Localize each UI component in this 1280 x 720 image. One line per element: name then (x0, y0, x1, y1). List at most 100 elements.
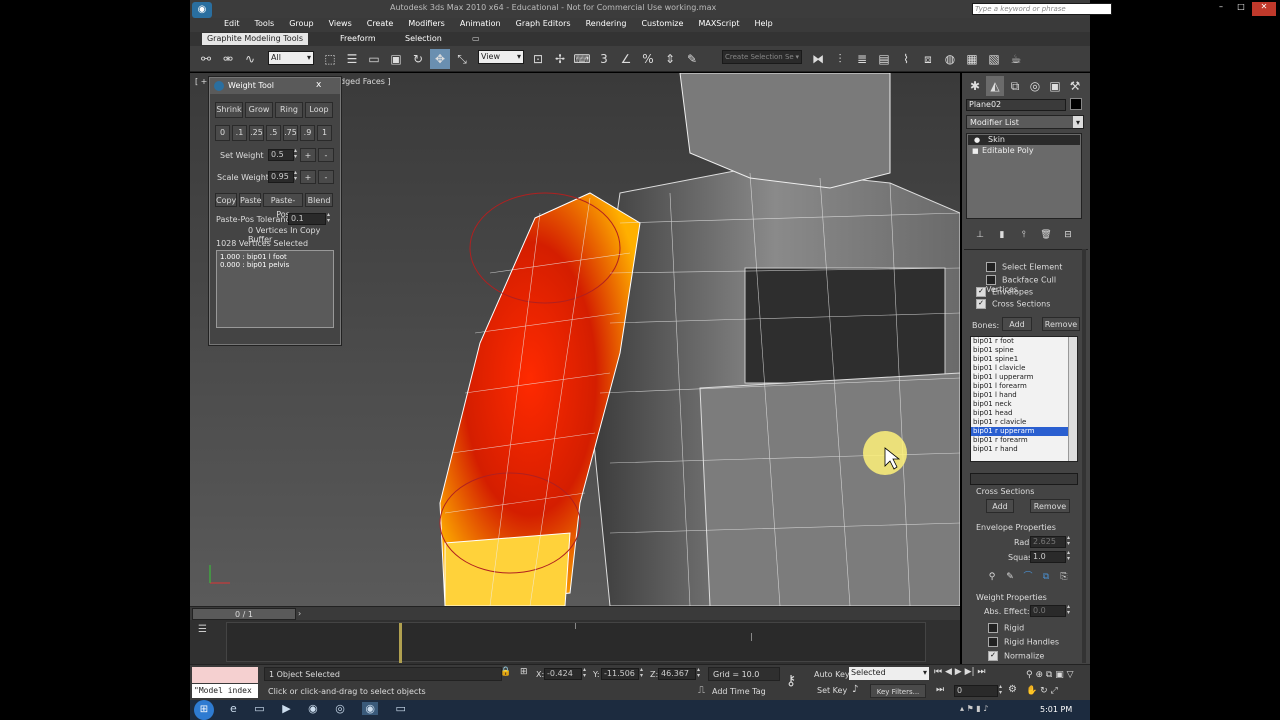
menu-item-graph-editors[interactable]: Graph Editors (516, 19, 571, 28)
unlink-icon[interactable]: ⚮ (218, 49, 238, 69)
cross-section-field[interactable] (970, 473, 1078, 485)
keyboard-shortcut-icon[interactable]: ⌨ (572, 49, 592, 69)
key-mode-icon[interactable]: ⚷ (786, 673, 806, 689)
menu-item-views[interactable]: Views (329, 19, 352, 28)
render-icon[interactable]: ☕ (1006, 49, 1026, 69)
move-icon[interactable]: ✥ (430, 49, 450, 69)
cross-sections-checkbox[interactable]: ✓ (976, 299, 986, 309)
set-weight-plus-button[interactable]: + (300, 148, 316, 162)
cross-sections-row[interactable]: ✓ Cross Sections (976, 299, 1050, 309)
tray-icon-2[interactable]: ⚑ (967, 704, 974, 713)
start-button[interactable]: ⊞ (194, 700, 214, 720)
selection-filter-dropdown[interactable]: All ▾ (268, 51, 314, 65)
x-spinner[interactable]: ▴ ▾ (583, 667, 586, 679)
normalize-checkbox[interactable]: ✓ (988, 651, 998, 661)
weight-preset-button[interactable]: .25 (249, 125, 264, 141)
minimize-button[interactable]: – (1212, 2, 1230, 16)
curve-editor-icon[interactable]: ⌇ (896, 49, 916, 69)
bone-list-item[interactable]: bip01 l hand (971, 391, 1077, 400)
time-slider[interactable]: 0 / 1 › (190, 606, 960, 620)
weight-entry[interactable]: 1.000 : bip01 l foot (220, 253, 330, 261)
weight-preset-button[interactable]: 0 (215, 125, 230, 141)
tolerance-spinner[interactable]: ▴ ▾ (327, 212, 330, 224)
motion-tab-icon[interactable]: ◎ (1026, 76, 1044, 96)
time-configuration-icon[interactable]: ⚙ (1008, 684, 1022, 696)
blend-button[interactable]: Blend (305, 193, 333, 207)
percent-snap-icon[interactable]: % (638, 49, 658, 69)
remove-bone-button[interactable]: Remove (1042, 317, 1080, 331)
squash-spinner[interactable]: ▴ ▾ (1067, 550, 1070, 562)
object-color-swatch[interactable] (1070, 98, 1082, 110)
add-time-tag[interactable]: Add Time Tag (712, 687, 766, 696)
bone-list-item[interactable]: bip01 neck (971, 400, 1077, 409)
utilities-tab-icon[interactable]: ⚒ (1066, 76, 1084, 96)
rigid-checkbox[interactable] (988, 623, 998, 633)
volume-icon[interactable]: ♪ (983, 704, 988, 713)
time-slider-arrow-right[interactable]: › (298, 609, 301, 618)
modify-tab-icon[interactable]: ◭ (986, 76, 1004, 96)
rigid-row[interactable]: Rigid (988, 623, 1024, 633)
add-cross-section-button[interactable]: Add (986, 499, 1014, 513)
select-link-icon[interactable]: ⚯ (196, 49, 216, 69)
ie-icon[interactable]: e (230, 702, 237, 715)
radius-field[interactable]: 2.625 (1030, 536, 1066, 548)
modifier-list-dropdown[interactable]: Modifier List ▾ (966, 115, 1084, 129)
zoom-extents-icon[interactable]: ⧉ (1046, 670, 1052, 680)
firefox-icon[interactable]: ◉ (308, 702, 318, 715)
track-view-icon[interactable]: ☰ (198, 624, 212, 636)
bone-list-item[interactable]: bip01 r foot (971, 337, 1077, 346)
bind-space-warp-icon[interactable]: ∿ (240, 49, 260, 69)
go-to-end-icon[interactable]: ⏭ (977, 667, 985, 677)
grow-button[interactable]: Grow (245, 102, 273, 118)
z-coordinate-field[interactable]: 46.367 (658, 668, 696, 680)
play-icon[interactable]: ▶ (955, 667, 962, 677)
rigid-handles-checkbox[interactable] (988, 637, 998, 647)
display-tab-icon[interactable]: ▣ (1046, 76, 1064, 96)
radius-spinner[interactable]: ▴ ▾ (1067, 535, 1070, 547)
select-manipulate-icon[interactable]: ✢ (550, 49, 570, 69)
named-selection-set-dropdown[interactable]: Create Selection Se ▾ (722, 50, 802, 64)
close-icon[interactable]: x (316, 80, 321, 90)
squash-field[interactable]: 1.0 (1030, 551, 1066, 563)
x-coordinate-field[interactable]: -0.424 (544, 668, 582, 680)
field-of-view-icon[interactable]: ▽ (1067, 670, 1074, 680)
rigid-handles-row[interactable]: Rigid Handles (988, 637, 1059, 647)
pin-stack-icon[interactable]: ⊥ (970, 225, 990, 245)
tray-icon-1[interactable]: ▴ (960, 704, 964, 713)
loop-button[interactable]: Loop (305, 102, 333, 118)
paste-pos-tolerance-field[interactable]: 0.1 (288, 213, 326, 225)
bone-list-item[interactable]: bip01 r clavicle (971, 418, 1077, 427)
hierarchy-tab-icon[interactable]: ⧉ (1006, 76, 1024, 96)
time-slider-thumb[interactable]: 0 / 1 (192, 608, 296, 620)
bone-list-item[interactable]: bip01 spine (971, 346, 1077, 355)
chrome-icon[interactable]: ◎ (335, 702, 345, 715)
app-logo-icon[interactable]: ◉ (192, 2, 212, 18)
material-editor-icon[interactable]: ◍ (940, 49, 960, 69)
weight-preset-button[interactable]: .5 (266, 125, 281, 141)
weight-preset-button[interactable]: 1 (317, 125, 332, 141)
current-frame-field[interactable]: 0 (954, 685, 998, 697)
maximize-viewport-icon[interactable]: ⤢ (1051, 686, 1058, 696)
close-button[interactable]: ✕ (1252, 2, 1276, 16)
lightbulb-icon[interactable]: ● (974, 135, 980, 145)
selected-keys-dropdown[interactable]: Selected ▾ (849, 667, 929, 680)
zoom-icon[interactable]: ⚲ (1026, 670, 1033, 680)
bone-list-item[interactable]: bip01 spine1 (971, 355, 1077, 364)
menu-item-help[interactable]: Help (755, 19, 773, 28)
menu-item-modifiers[interactable]: Modifiers (408, 19, 445, 28)
angle-snap-icon[interactable]: ∠ (616, 49, 636, 69)
current-frame-marker[interactable] (399, 623, 402, 663)
render-setup-icon[interactable]: ▦ (962, 49, 982, 69)
envelope-visibility-icon[interactable]: ✎ (1002, 567, 1018, 587)
viewport-label-right[interactable]: dged Faces ] (340, 77, 391, 86)
paste-button[interactable]: Paste (239, 193, 262, 207)
ring-button[interactable]: Ring (275, 102, 303, 118)
backface-cull-checkbox[interactable] (986, 275, 996, 285)
clock[interactable]: 5:01 PM (1040, 705, 1072, 714)
remove-modifier-icon[interactable]: 🗑 (1036, 225, 1056, 245)
bone-list-item[interactable]: bip01 r hand (971, 445, 1077, 454)
ribbon-toggle-icon[interactable]: ▭ (472, 34, 482, 44)
menu-item-tools[interactable]: Tools (255, 19, 275, 28)
set-keys-icon[interactable]: ♪ (852, 684, 866, 698)
stack-item-skin[interactable]: ● Skin (968, 135, 1080, 145)
